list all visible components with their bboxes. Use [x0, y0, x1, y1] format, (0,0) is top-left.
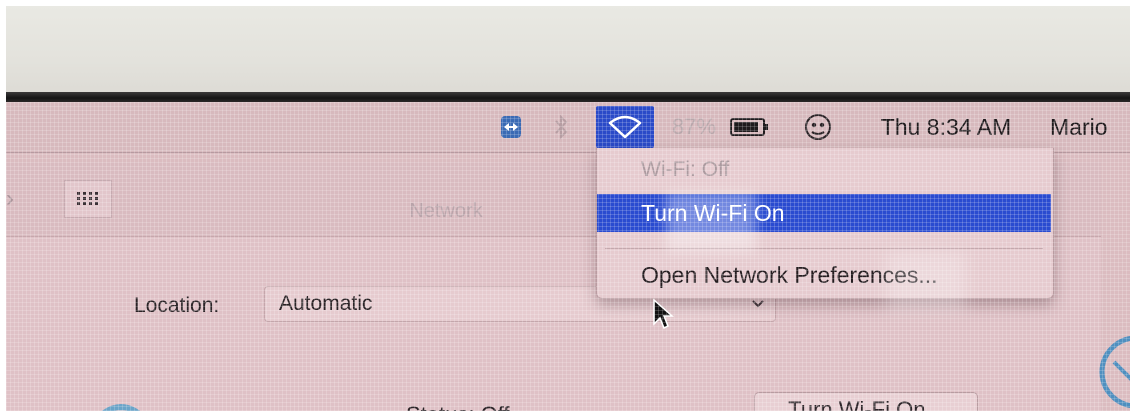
screen-glare [886, 252, 966, 312]
network-icon [1099, 336, 1130, 408]
status-text: Status: Off [406, 402, 510, 411]
monitor-edge [6, 92, 1130, 102]
mouse-cursor-icon [653, 298, 674, 330]
battery-glyph [730, 118, 768, 136]
menu-bar: 87% Thu 8:34 AM Mario [6, 102, 1130, 153]
battery-icon[interactable] [726, 111, 774, 143]
back-button[interactable]: › [6, 180, 22, 218]
wifi-off-glyph [608, 115, 642, 139]
user-icon[interactable] [801, 111, 835, 143]
window-title: Network [409, 200, 483, 222]
wifi-status-item: Wi-Fi: Off [641, 158, 730, 181]
show-all-button[interactable] [64, 180, 112, 218]
monitor-bezel [6, 6, 1130, 98]
teamviewer-glyph [501, 116, 521, 138]
menubar-clock[interactable]: Thu 8:34 AM [856, 111, 1036, 143]
wifi-dropdown-menu: Wi-Fi: Off Turn Wi-Fi On Open Network Pr… [596, 148, 1054, 299]
photo-stage: › Network Location: Automatic Turn Wi-Fi… [0, 0, 1132, 411]
screen-glare [666, 192, 756, 252]
teamviewer-icon[interactable] [496, 111, 526, 143]
bluetooth-glyph [555, 114, 568, 140]
menubar-user-name[interactable]: Mario [1050, 111, 1130, 143]
screen: › Network Location: Automatic Turn Wi-Fi… [6, 102, 1130, 411]
battery-percent[interactable]: 87% [666, 111, 722, 143]
location-label: Location: [134, 294, 220, 317]
bluetooth-icon[interactable] [546, 111, 576, 143]
location-value: Automatic [279, 292, 373, 315]
user-glyph [805, 114, 831, 140]
wifi-icon[interactable] [596, 106, 654, 148]
wifi-status-icon [101, 404, 141, 411]
turn-wifi-on-button[interactable]: Turn Wi-Fi On... [754, 392, 978, 411]
grid-icon [77, 192, 98, 205]
